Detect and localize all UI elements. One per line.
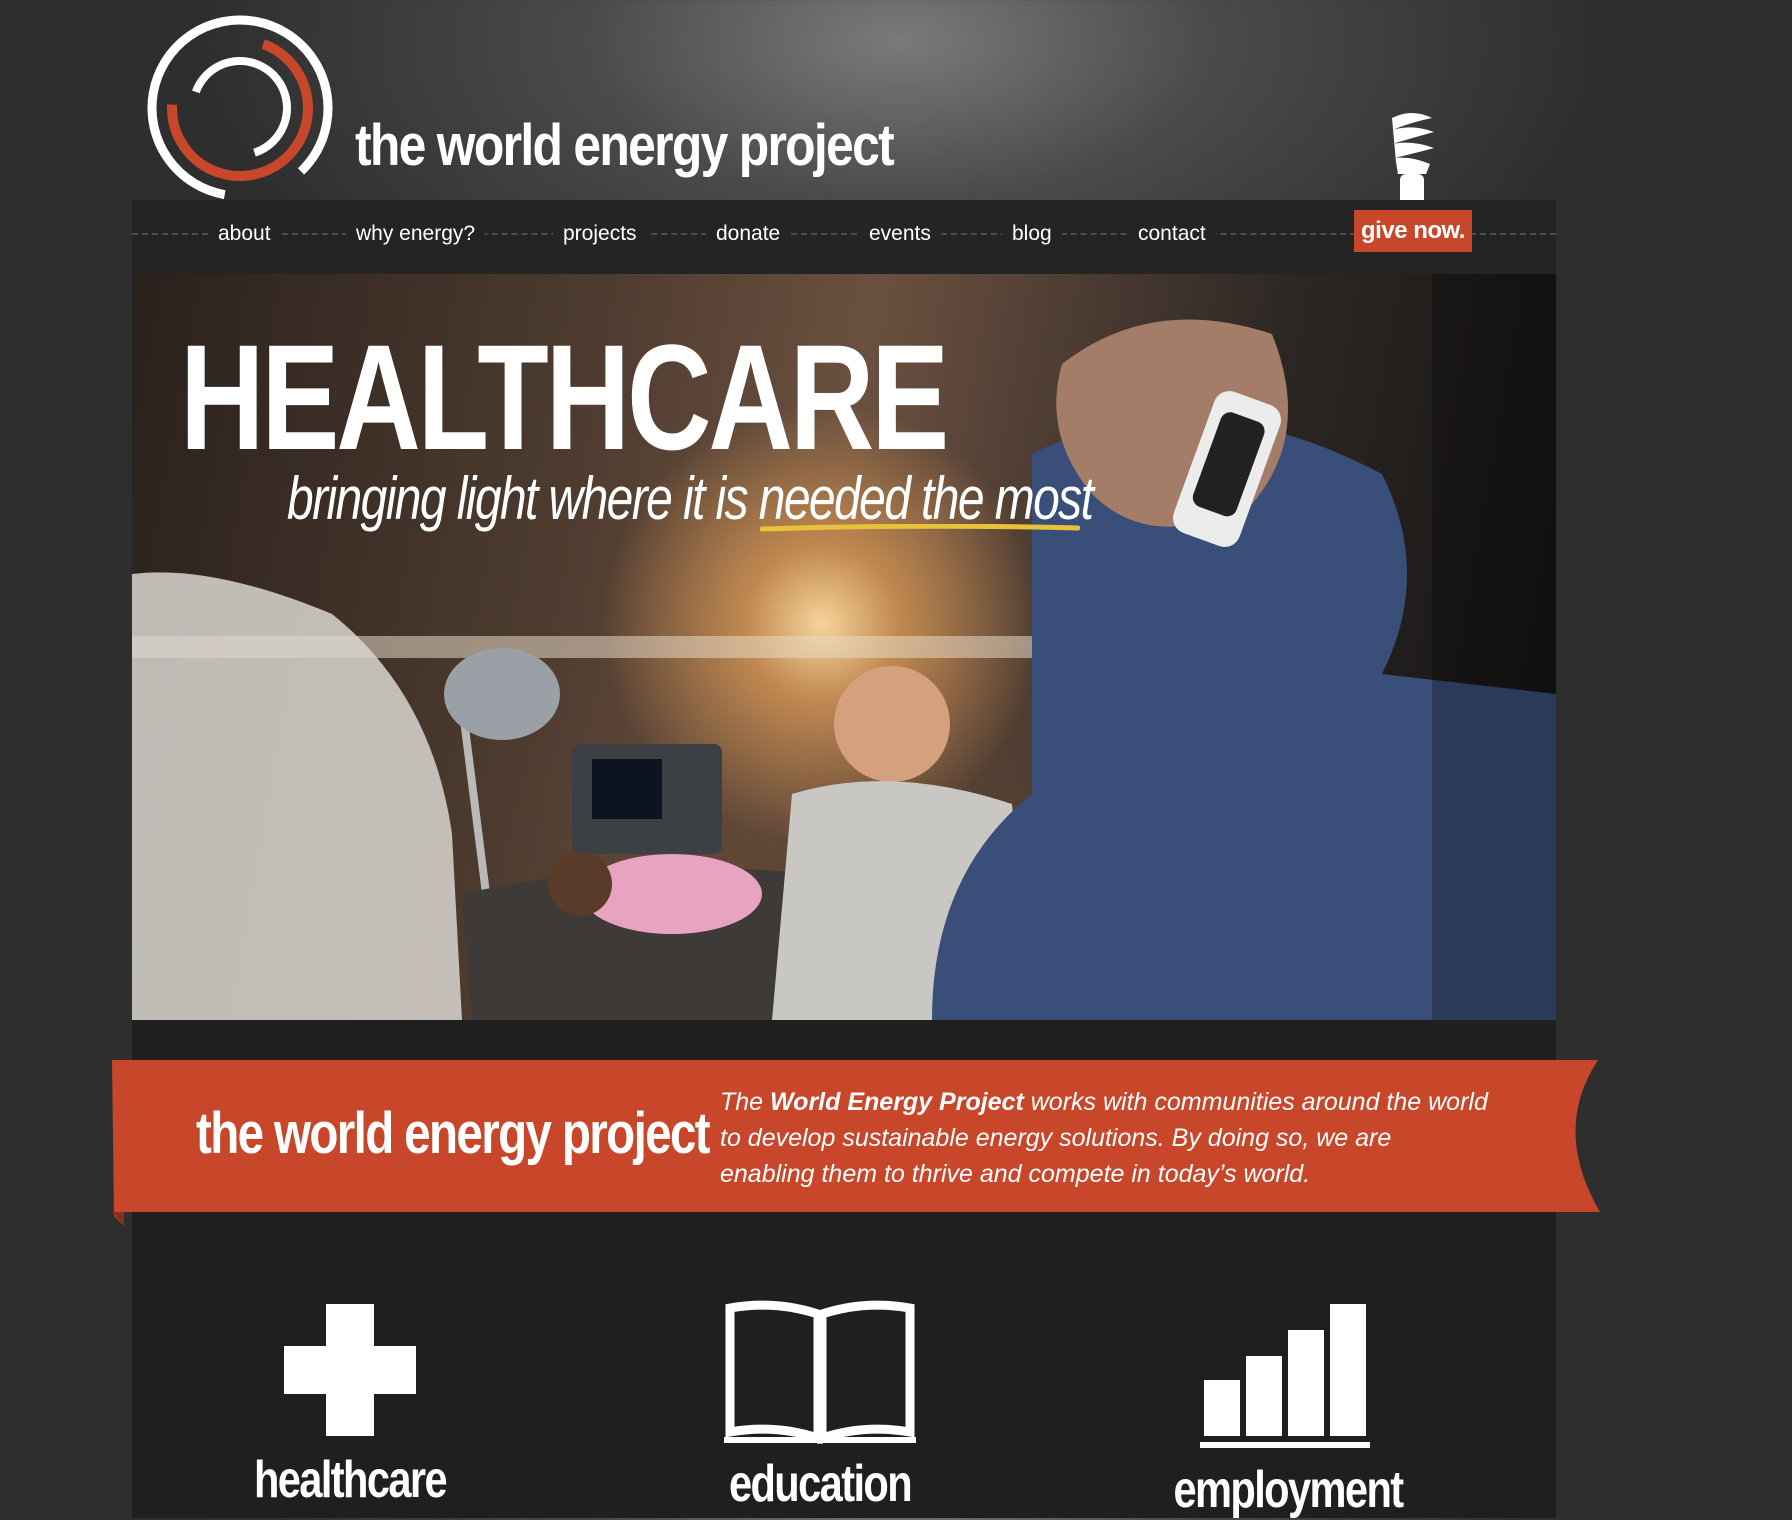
book-icon bbox=[724, 1300, 916, 1444]
feature-label-education: education bbox=[728, 1455, 913, 1513]
plus-icon bbox=[284, 1304, 416, 1436]
give-now-button[interactable]: give now. bbox=[1354, 210, 1472, 252]
nav-item-about[interactable]: about bbox=[208, 222, 281, 246]
ribbon-title: the world energy project bbox=[196, 1101, 711, 1166]
feature-label-employment: employment bbox=[1173, 1461, 1404, 1519]
hero-banner[interactable]: HEALTHCARE bringing light where it is ne… bbox=[132, 274, 1556, 1020]
site-title[interactable]: the world energy project bbox=[355, 112, 895, 179]
hero-subtitle: bringing light where it is needed the mo… bbox=[287, 465, 1094, 532]
logo-rings-icon[interactable] bbox=[144, 12, 336, 204]
feature-label-healthcare: healthcare bbox=[253, 1451, 448, 1509]
hero-title: HEALTHCARE bbox=[180, 313, 949, 481]
nav-item-events[interactable]: events bbox=[859, 222, 941, 246]
highlight-underline bbox=[760, 524, 1080, 532]
feature-healthcare[interactable]: healthcare bbox=[200, 1300, 500, 1510]
nav-item-contact[interactable]: contact bbox=[1128, 222, 1216, 246]
nav-item-projects[interactable]: projects bbox=[553, 222, 647, 246]
nav-item-donate[interactable]: donate bbox=[706, 222, 791, 246]
light-bulb-icon bbox=[1392, 113, 1434, 208]
feature-education[interactable]: education bbox=[670, 1300, 970, 1514]
mission-text-start: The bbox=[720, 1088, 771, 1116]
bar-chart-icon bbox=[1200, 1304, 1370, 1448]
mission-org-name: World Energy Project bbox=[770, 1088, 1024, 1116]
feature-employment[interactable]: employment bbox=[1138, 1300, 1438, 1520]
nav-item-why-energy[interactable]: why energy? bbox=[346, 222, 486, 246]
nav-item-blog[interactable]: blog bbox=[1002, 222, 1062, 246]
mission-statement: The World Energy Project works with comm… bbox=[720, 1084, 1490, 1192]
main-nav: about why energy? projects donate events… bbox=[132, 200, 1556, 274]
